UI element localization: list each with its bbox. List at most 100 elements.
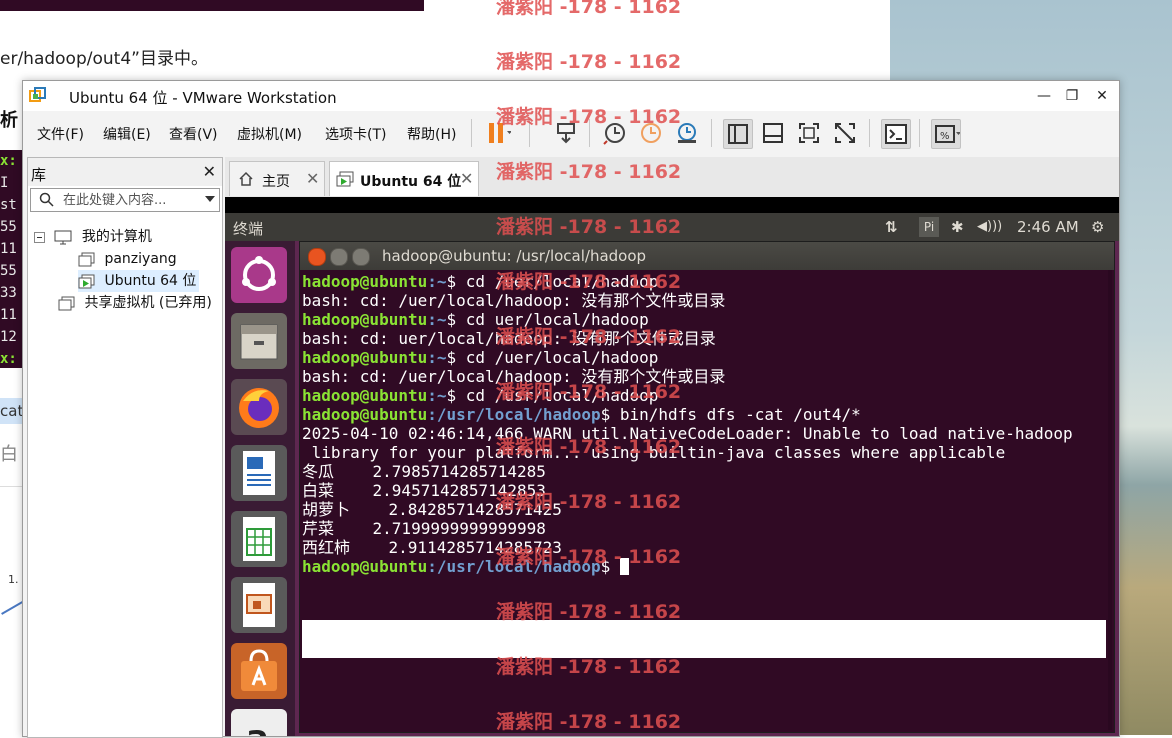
prompt-user: hadoop@ubuntu bbox=[302, 405, 428, 424]
volume-icon[interactable]: ◀))) bbox=[977, 219, 1002, 234]
tree-label-ubuntu: Ubuntu 64 位 bbox=[104, 273, 197, 289]
tree-label-shared-vms: 共享虚拟机 (已弃用) bbox=[84, 295, 212, 311]
background-peek-line: 11 bbox=[0, 241, 17, 257]
menu-edit[interactable]: 编辑(E) bbox=[103, 124, 151, 144]
svg-text:%: % bbox=[940, 131, 950, 142]
terminal-close-icon[interactable] bbox=[308, 248, 326, 266]
prompt-user: hadoop@ubuntu bbox=[302, 348, 428, 367]
computer-icon bbox=[54, 230, 72, 244]
clock[interactable]: 2:46 AM bbox=[1017, 218, 1079, 236]
terminal-output[interactable]: hadoop@ubuntu:~$ cd /uer/local/hadoop bas… bbox=[300, 270, 1114, 732]
background-peek-text: 白 bbox=[0, 444, 18, 465]
input-method-icon[interactable]: Pi bbox=[919, 217, 939, 237]
terminal-minimize-icon[interactable] bbox=[330, 248, 348, 266]
watermark-text: 潘紫阳 -178 - 1162 bbox=[496, 326, 682, 348]
terminal-line: 2025-04-10 02:46:14,466 WARN util.Native… bbox=[302, 424, 1073, 443]
home-icon bbox=[239, 171, 253, 186]
background-peek-line: 55 bbox=[0, 219, 17, 235]
ubuntu-launcher: a bbox=[225, 241, 295, 736]
software-center-icon[interactable] bbox=[231, 643, 287, 699]
terminal-title: hadoop@ubuntu: /usr/local/hadoop bbox=[382, 247, 647, 265]
restore-button[interactable]: ❐ bbox=[1057, 85, 1087, 107]
prompt-user: hadoop@ubuntu bbox=[302, 310, 428, 329]
watermark-text: 潘紫阳 -178 - 1162 bbox=[496, 0, 682, 18]
background-terminal-strip bbox=[0, 0, 424, 11]
watermark-text: 潘紫阳 -178 - 1162 bbox=[496, 436, 682, 458]
background-peek-line: st bbox=[0, 197, 17, 213]
search-icon bbox=[39, 192, 54, 207]
prompt-path: :~ bbox=[427, 272, 447, 291]
watermark-text: 潘紫阳 -178 - 1162 bbox=[496, 711, 682, 733]
library-close-button[interactable]: ✕ bbox=[203, 162, 216, 181]
network-icon[interactable]: ⇅ bbox=[885, 218, 898, 236]
libreoffice-writer-icon[interactable] bbox=[231, 445, 287, 501]
firefox-icon[interactable] bbox=[231, 379, 287, 435]
tree-item-panziyang[interactable]: panziyang bbox=[78, 248, 177, 270]
ubuntu-dash-icon[interactable] bbox=[231, 247, 287, 303]
console-view-icon[interactable] bbox=[881, 119, 911, 149]
vmware-logo-icon bbox=[29, 87, 46, 102]
watermark-text: 潘紫阳 -178 - 1162 bbox=[496, 381, 682, 403]
amazon-icon[interactable]: a bbox=[231, 709, 287, 736]
library-panel: 库 ✕ 我的计算机 panziyang Ubuntu 64 位 共享虚拟机 (已… bbox=[27, 157, 223, 738]
svg-text:a: a bbox=[246, 718, 269, 736]
tree-label-my-computer: 我的计算机 bbox=[81, 229, 152, 245]
terminal-maximize-icon[interactable] bbox=[352, 248, 370, 266]
watermark-text: 潘紫阳 -178 - 1162 bbox=[496, 656, 682, 678]
terminal-window[interactable]: hadoop@ubuntu: /usr/local/hadoop hadoop@… bbox=[299, 241, 1115, 733]
tab-ubuntu[interactable]: Ubuntu 64 位 ✕ bbox=[329, 161, 479, 196]
vm-running-icon bbox=[78, 274, 95, 288]
unity-mode-icon[interactable] bbox=[831, 119, 859, 147]
prompt-path: :~ bbox=[427, 386, 447, 405]
shared-vm-icon bbox=[58, 296, 75, 310]
files-icon[interactable] bbox=[231, 313, 287, 369]
background-left-peek: x: Ist 55 11 55 33 11 12 x: cat 白 1. bbox=[0, 100, 22, 735]
prompt-path: :~ bbox=[427, 348, 447, 367]
tree-item-ubuntu[interactable]: Ubuntu 64 位 bbox=[78, 270, 200, 292]
library-title: 库 bbox=[31, 166, 47, 184]
menu-tabs[interactable]: 选项卡(T) bbox=[325, 124, 386, 144]
watermark-text: 潘紫阳 -178 - 1162 bbox=[496, 271, 682, 293]
minimize-button[interactable]: — bbox=[1029, 85, 1059, 107]
terminal-scrollbar[interactable] bbox=[1108, 270, 1112, 730]
background-peek-line: 11 bbox=[0, 307, 17, 323]
bluetooth-icon[interactable]: ✱ bbox=[951, 218, 964, 236]
background-peek-line: I bbox=[0, 175, 9, 191]
background-peek-line: 33 bbox=[0, 285, 17, 301]
tree-item-my-computer[interactable]: 我的计算机 bbox=[34, 226, 152, 248]
menu-vm[interactable]: 虚拟机(M) bbox=[237, 124, 302, 144]
thumbnail-bar-icon[interactable] bbox=[759, 119, 787, 147]
tab-home[interactable]: 主页 ✕ bbox=[229, 161, 325, 196]
background-peek-line: x: bbox=[0, 351, 17, 367]
libreoffice-impress-icon[interactable] bbox=[231, 577, 287, 633]
tab-home-close-icon[interactable]: ✕ bbox=[306, 169, 319, 188]
show-library-icon[interactable] bbox=[723, 119, 753, 149]
watermark-text: 潘紫阳 -178 - 1162 bbox=[496, 106, 682, 128]
menu-view[interactable]: 查看(V) bbox=[169, 124, 218, 144]
chevron-down-icon[interactable] bbox=[205, 196, 215, 202]
prompt-command: $ bin/hdfs dfs -cat /out4/* bbox=[600, 405, 861, 424]
stretch-guest-icon[interactable]: % bbox=[931, 119, 961, 149]
menu-file[interactable]: 文件(F) bbox=[37, 124, 84, 144]
terminal-line: 芹菜 2.7199999999999998 bbox=[302, 519, 546, 538]
menu-help[interactable]: 帮助(H) bbox=[407, 124, 456, 144]
prompt-path: :~ bbox=[427, 310, 447, 329]
tab-ubuntu-close-icon[interactable]: ✕ bbox=[460, 169, 473, 188]
library-search-box[interactable] bbox=[30, 188, 220, 212]
prompt-user: hadoop@ubuntu bbox=[302, 386, 428, 405]
library-search-input[interactable] bbox=[63, 189, 199, 211]
vm-running-icon bbox=[336, 171, 354, 187]
prompt-command: $ cd /uer/local/hadoop bbox=[446, 348, 659, 367]
settings-gear-icon[interactable]: ⚙ bbox=[1091, 218, 1104, 236]
background-peek-chip[interactable]: cat bbox=[0, 398, 22, 424]
collapse-icon[interactable] bbox=[34, 231, 45, 243]
background-doc-text: er/hadoop/out4”目录中。 bbox=[0, 49, 208, 69]
tree-item-shared-vms[interactable]: 共享虚拟机 (已弃用) bbox=[58, 292, 212, 314]
close-button[interactable]: ✕ bbox=[1087, 85, 1117, 107]
libreoffice-calc-icon[interactable] bbox=[231, 511, 287, 567]
full-screen-icon[interactable] bbox=[795, 119, 823, 147]
tab-ubuntu-label: Ubuntu 64 位 bbox=[360, 174, 462, 190]
watermark-text: 潘紫阳 -178 - 1162 bbox=[496, 491, 682, 513]
prompt-user: hadoop@ubuntu bbox=[302, 272, 428, 291]
terminal-title-bar[interactable]: hadoop@ubuntu: /usr/local/hadoop bbox=[300, 242, 1114, 270]
